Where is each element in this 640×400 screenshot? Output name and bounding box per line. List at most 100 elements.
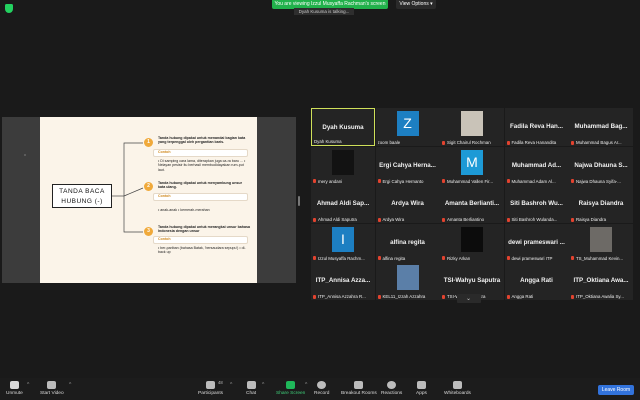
participant-tile[interactable]: Dyah Kusuma Dyah Kusuma (311, 108, 375, 146)
mic-muted-icon (442, 179, 445, 183)
participant-name-label: Rizky Arkan (442, 256, 502, 261)
next-page-button[interactable]: ⌄ (457, 294, 481, 303)
audio-options-caret-icon[interactable]: ^ (27, 382, 29, 388)
participant-label-text: Muhammad Vallen Fir... (447, 178, 494, 184)
participant-label-text: ITP_Oktiana Awalia Sy... (576, 294, 624, 299)
encryption-shield-icon[interactable] (5, 4, 13, 13)
participant-name-label: KEL11_Izzah Azzahra (377, 294, 438, 299)
participant-tile[interactable]: Najwa Dhauna S... Najwa Dhauna Syifa-... (569, 146, 633, 185)
record-button[interactable]: Record (314, 381, 329, 396)
participant-tile[interactable]: mery andani (311, 146, 375, 185)
participant-label-text: TS_Muhammad Kevin... (576, 255, 624, 261)
participant-tile[interactable]: Siti Bashroh Wu... Siti Bashroh Wulanda..… (504, 185, 569, 223)
apps-button[interactable]: Apps (416, 381, 427, 396)
unmute-label: Unmute (6, 391, 23, 396)
participant-label-text: Dyah Kusuma (314, 139, 342, 144)
mic-muted-icon (506, 256, 510, 260)
participant-display-name: Najwa Dhauna S... (574, 161, 628, 169)
participant-label-text: mery andani (318, 178, 343, 184)
participant-name-label: Muhammad Bagus Ar... (571, 140, 631, 145)
chat-button[interactable]: Chat (246, 381, 256, 396)
participant-name-label: Raisya Diandra (571, 217, 631, 222)
participant-name-label: Ahmad Aldi Saputra (313, 217, 373, 222)
participant-label-text: Siti Bashroh Wulanda... (511, 217, 558, 222)
participant-label-text: Rizky Arkan (447, 255, 471, 261)
participant-tile[interactable]: Rizky Arkan (440, 223, 504, 262)
start-video-button[interactable]: Start Video (40, 381, 64, 396)
participant-name-label: Muhammad Adam Al... (506, 178, 567, 184)
video-options-caret-icon[interactable]: ^ (69, 382, 71, 388)
mic-muted-icon (571, 256, 574, 260)
participants-caret-icon[interactable]: ^ (230, 382, 232, 388)
leave-room-button[interactable]: Leave Room (598, 385, 634, 395)
participants-icon (206, 381, 216, 389)
whiteboards-icon (452, 381, 462, 389)
participant-name-label: alfina regita (377, 256, 438, 261)
participant-tile[interactable]: Ergi Cahya Herna... Ergi Cahya Hernanto (375, 146, 440, 185)
avatar-letter: I (332, 226, 354, 252)
view-options-button[interactable]: View Options ▾ (396, 0, 436, 9)
participant-tile[interactable]: TS_Muhammad Kevin... (569, 223, 633, 262)
participant-name-label: Izzul Musyaffa Rachm... (313, 256, 373, 261)
unmute-button[interactable]: Unmute (6, 381, 23, 396)
branch-1-contoh: Contoh (158, 150, 171, 154)
reactions-label: Reactions (381, 391, 403, 396)
participant-tile[interactable]: ITP_Annisa Azza... ITP_Annisa Azzahra R..… (311, 262, 375, 300)
participant-name-label: Muhammad Vallen Fir... (442, 179, 502, 184)
participant-name-label: Ergi Cahya Hernanto (377, 179, 438, 184)
share-caret-icon[interactable]: ^ (305, 382, 307, 388)
connector-branch-1 (123, 142, 143, 196)
branch-1-description: Tanda hubung dipakai untuk menandai bagi… (158, 136, 246, 145)
reactions-icon (387, 381, 397, 389)
participant-tile[interactable]: Ardya Wira Ardya Wira (375, 185, 440, 223)
participant-label-text: Muhammad Adam Al... (511, 178, 556, 184)
mic-muted-icon (571, 179, 574, 183)
participant-display-name: dewi prameswari ... (508, 238, 565, 246)
participant-tile[interactable]: Zzoom baale (375, 108, 440, 146)
chat-caret-icon[interactable]: ^ (262, 382, 264, 388)
participants-label: Participants (198, 391, 224, 396)
record-label: Record (314, 391, 330, 396)
participants-button[interactable]: 48 Participants (198, 380, 224, 396)
chevron-down-icon: ⌄ (466, 296, 472, 302)
participant-tile[interactable]: I Izzul Musyaffa Rachm... (311, 223, 375, 262)
participant-tile[interactable]: dewi prameswari ... dewi prameswari ITP (504, 223, 569, 262)
mic-muted-icon (506, 217, 510, 222)
avatar-initial: I (341, 230, 345, 247)
apps-label: Apps (416, 391, 427, 396)
pane-resize-handle[interactable] (298, 196, 300, 206)
participant-label-text: Ardya Wira (382, 217, 405, 222)
whiteboards-button[interactable]: Whiteboards (444, 381, 471, 396)
share-screen-button[interactable]: Share Screen (276, 381, 305, 396)
mic-muted-icon (571, 140, 574, 145)
participant-name-label: Angga Rati (506, 294, 567, 299)
active-speaker-indicator: Dyah Kusuma is talking... (294, 8, 354, 15)
breakout-label: Breakout Rooms (341, 391, 377, 396)
whiteboards-label: Whiteboards (444, 391, 471, 396)
participant-display-name: Ahmad Aldi Sap... (316, 200, 370, 207)
participant-name-label: mery andani (313, 179, 373, 184)
participant-tile[interactable]: alfina regita alfina regita (375, 223, 440, 262)
participant-tile[interactable]: Angga Rati Angga Rati (504, 262, 569, 300)
participant-display-name: ITP_Annisa Azza... (315, 277, 371, 284)
breakout-rooms-button[interactable]: Breakout Rooms (341, 381, 377, 396)
participant-tile[interactable]: M Muhammad Vallen Fir... (440, 146, 504, 185)
participant-tile[interactable]: Sigit Chairul Rochman (440, 108, 504, 146)
participant-display-name: ITP_Oktiana Awa... (573, 277, 629, 284)
participant-tile[interactable]: Ahmad Aldi Sap... Ahmad Aldi Saputra (311, 185, 375, 223)
avatar-photo (396, 265, 419, 290)
participant-tile[interactable]: KEL11_Izzah Azzahra (375, 262, 440, 300)
root-line-1: TANDA BACA (59, 188, 105, 195)
mic-muted-icon (442, 140, 445, 145)
root-line-2: HUBUNG (-) (61, 198, 103, 205)
participant-tile[interactable]: ITP_Oktiana Awa... ITP_Oktiana Awalia Sy.… (569, 262, 633, 300)
participant-tile[interactable]: Muhammad Bag... Muhammad Bagus Ar... (569, 108, 633, 146)
mic-muted-icon (506, 294, 510, 299)
participant-tile[interactable]: Amanta Berlianti... Amanta Berliantino (440, 185, 504, 223)
participant-tile[interactable]: Raisya Diandra Raisya Diandra (569, 185, 633, 223)
participant-tile[interactable]: Fadila Reva Han... Fadila Reva Hanandita (504, 108, 569, 146)
reactions-button[interactable]: Reactions (381, 381, 402, 396)
participant-display-name: Muhammad Bag... (574, 123, 628, 130)
mic-muted-icon (377, 217, 381, 222)
participant-tile[interactable]: Muhammad Ad... Muhammad Adam Al... (504, 146, 569, 185)
